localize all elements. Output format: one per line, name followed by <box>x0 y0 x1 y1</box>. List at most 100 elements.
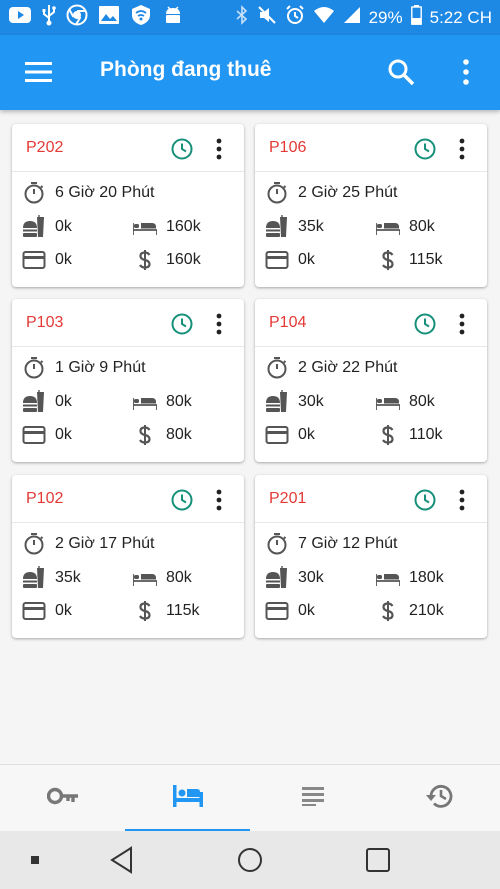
tab-keys[interactable] <box>0 765 125 832</box>
gallery-icon <box>98 5 120 30</box>
total-row: 80k <box>133 423 192 447</box>
room-name: P106 <box>269 139 307 156</box>
more-vert-icon[interactable] <box>214 487 224 513</box>
list-icon <box>299 786 327 811</box>
food-service-icon <box>265 566 289 590</box>
food-amount: 30k <box>298 569 324 586</box>
total-row: 210k <box>376 599 444 623</box>
room-charge-row: 180k <box>376 566 444 590</box>
room-charge-row: 80k <box>376 390 435 414</box>
timer-icon <box>22 532 46 556</box>
history-icon <box>423 782 453 815</box>
credit-card-icon <box>22 423 46 447</box>
food-service-icon <box>22 566 46 590</box>
bed-icon <box>133 215 157 239</box>
dollar-icon <box>133 248 157 272</box>
room-name: P104 <box>269 314 307 331</box>
bed-icon <box>171 783 205 814</box>
tab-list[interactable] <box>250 765 375 832</box>
dollar-icon <box>133 423 157 447</box>
page-title: Phòng đang thuê <box>100 58 272 81</box>
room-card[interactable]: P202 6 Giờ 20 Phút 0k 160k 0k 160k <box>12 124 244 287</box>
timer-icon <box>22 181 46 205</box>
total-amount: 110k <box>409 426 443 443</box>
battery-icon <box>410 5 422 30</box>
room-card-header: P202 <box>12 124 244 172</box>
back-icon[interactable] <box>100 831 144 889</box>
paid-row: 0k <box>22 599 72 623</box>
room-name: P102 <box>26 490 64 507</box>
paid-row: 0k <box>265 599 315 623</box>
duration-row: 2 Giờ 25 Phút <box>265 181 397 205</box>
overview-icon[interactable] <box>356 831 400 889</box>
room-card[interactable]: P103 1 Giờ 9 Phút 0k 80k 0k 80k <box>12 299 244 462</box>
tab-rooms[interactable] <box>125 765 250 832</box>
paid-amount: 0k <box>298 426 315 443</box>
food-row: 35k <box>265 215 324 239</box>
clock-icon[interactable] <box>170 488 194 512</box>
total-row: 160k <box>133 248 201 272</box>
total-amount: 80k <box>166 426 192 443</box>
credit-card-icon <box>22 248 46 272</box>
youtube-icon <box>8 6 32 29</box>
home-icon[interactable] <box>228 831 272 889</box>
room-charge-amount: 80k <box>409 218 435 235</box>
bed-icon <box>133 566 157 590</box>
wifi-icon <box>313 6 335 29</box>
total-row: 110k <box>376 423 443 447</box>
food-amount: 0k <box>55 393 72 410</box>
room-card[interactable]: P201 7 Giờ 12 Phút 30k 180k 0k 210k <box>255 475 487 638</box>
paid-row: 0k <box>265 423 315 447</box>
food-row: 0k <box>22 215 72 239</box>
total-amount: 115k <box>409 251 443 268</box>
menu-icon[interactable] <box>24 59 54 85</box>
room-card[interactable]: P102 2 Giờ 17 Phút 35k 80k 0k 115k <box>12 475 244 638</box>
room-charge-row: 80k <box>133 390 192 414</box>
signal-icon <box>343 6 361 29</box>
food-amount: 35k <box>298 218 324 235</box>
clock-icon[interactable] <box>170 137 194 161</box>
duration-text: 2 Giờ 22 Phút <box>298 359 398 376</box>
credit-card-icon <box>265 599 289 623</box>
app-bar: Phòng đang thuê <box>0 35 500 110</box>
duration-text: 7 Giờ 12 Phút <box>298 535 398 552</box>
paid-row: 0k <box>265 248 315 272</box>
paid-row: 0k <box>22 248 72 272</box>
paid-amount: 0k <box>298 602 315 619</box>
room-card-header: P201 <box>255 475 487 523</box>
more-vert-icon[interactable] <box>457 136 467 162</box>
more-vert-icon[interactable] <box>457 311 467 337</box>
duration-text: 2 Giờ 17 Phút <box>55 535 155 552</box>
bluetooth-icon <box>235 5 249 30</box>
room-charge-row: 80k <box>133 566 192 590</box>
paid-amount: 0k <box>55 251 72 268</box>
room-card[interactable]: P106 2 Giờ 25 Phút 35k 80k 0k 115k <box>255 124 487 287</box>
chrome-icon <box>66 4 88 31</box>
food-amount: 30k <box>298 393 324 410</box>
battery-percent: 29% <box>368 7 403 27</box>
dollar-icon <box>133 599 157 623</box>
recent-dot-icon[interactable] <box>20 831 50 889</box>
more-vert-icon[interactable] <box>457 487 467 513</box>
clock-icon[interactable] <box>170 312 194 336</box>
clock-icon[interactable] <box>413 488 437 512</box>
bed-icon <box>376 390 400 414</box>
duration-row: 2 Giờ 22 Phút <box>265 356 397 380</box>
search-icon[interactable] <box>386 57 416 87</box>
clock-icon[interactable] <box>413 137 437 161</box>
clock-icon[interactable] <box>413 312 437 336</box>
android-debug-icon <box>162 4 184 31</box>
timer-icon <box>265 181 289 205</box>
food-row: 35k <box>22 566 81 590</box>
more-vert-icon[interactable] <box>456 57 476 87</box>
room-charge-row: 160k <box>133 215 201 239</box>
food-row: 30k <box>265 566 324 590</box>
credit-card-icon <box>22 599 46 623</box>
food-row: 30k <box>265 390 324 414</box>
room-card[interactable]: P104 2 Giờ 22 Phút 30k 80k 0k 110k <box>255 299 487 462</box>
tab-history[interactable] <box>375 765 500 832</box>
more-vert-icon[interactable] <box>214 136 224 162</box>
room-card-header: P104 <box>255 299 487 347</box>
more-vert-icon[interactable] <box>214 311 224 337</box>
room-charge-amount: 80k <box>166 569 192 586</box>
